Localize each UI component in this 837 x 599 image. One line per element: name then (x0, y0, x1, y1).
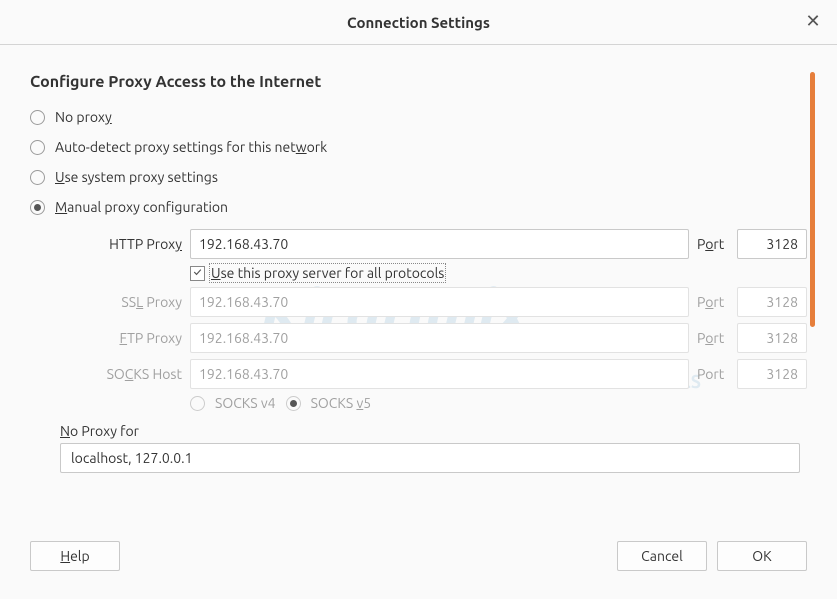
radio-label: Auto-detect proxy settings for this netw… (55, 139, 327, 155)
radio-icon[interactable] (30, 170, 45, 185)
ssl-proxy-label: SSL Proxy (62, 294, 182, 310)
http-proxy-label: HTTP Proxy (62, 236, 182, 252)
http-proxy-row: HTTP Proxy Port (62, 229, 807, 259)
ssl-proxy-input (190, 287, 689, 317)
socks-host-row: SOCKS Host Port (62, 359, 807, 389)
socks-v4-radio (190, 396, 205, 411)
ssl-proxy-row: SSL Proxy Port (62, 287, 807, 317)
socks-version-row: SOCKS v4 SOCKS v5 (190, 395, 807, 411)
radio-icon[interactable] (30, 140, 45, 155)
radio-no-proxy[interactable]: No proxy (30, 109, 807, 125)
socks-v5-label: SOCKS v5 (311, 395, 372, 411)
ftp-proxy-input (190, 323, 689, 353)
no-proxy-section: No Proxy for (60, 423, 807, 473)
radio-label: Use system proxy settings (55, 169, 218, 185)
cancel-button[interactable]: Cancel (617, 541, 707, 571)
http-port-input[interactable] (737, 229, 807, 259)
socks-v5-radio (286, 396, 301, 411)
http-proxy-input[interactable] (190, 229, 689, 259)
use-all-protocols-row[interactable]: Use this proxy server for all protocols (190, 265, 807, 281)
ftp-port-input (737, 323, 807, 353)
help-button[interactable]: Help (30, 541, 120, 571)
ok-button[interactable]: OK (717, 541, 807, 571)
ssl-port-label: Port (697, 294, 729, 310)
footer: Help Cancel OK (30, 541, 807, 571)
radio-auto-detect[interactable]: Auto-detect proxy settings for this netw… (30, 139, 807, 155)
http-port-label: Port (697, 236, 729, 252)
ftp-port-label: Port (697, 330, 729, 346)
socks-port-label: Port (697, 366, 729, 382)
section-title: Configure Proxy Access to the Internet (30, 73, 807, 91)
socks-host-input (190, 359, 689, 389)
use-all-label: Use this proxy server for all protocols (211, 265, 444, 281)
radio-system-proxy[interactable]: Use system proxy settings (30, 169, 807, 185)
ftp-proxy-label: FTP Proxy (62, 330, 182, 346)
no-proxy-label: No Proxy for (60, 423, 807, 439)
no-proxy-input[interactable] (60, 443, 800, 473)
content: Kifarunix *NIX TIPS & TUTORIALS Configur… (0, 45, 837, 483)
ftp-proxy-row: FTP Proxy Port (62, 323, 807, 353)
radio-label: Manual proxy configuration (55, 199, 228, 215)
window-title: Connection Settings (347, 14, 490, 31)
socks-port-input (737, 359, 807, 389)
titlebar: Connection Settings ✕ (0, 0, 837, 45)
checkbox-icon[interactable] (190, 266, 205, 281)
radio-manual-proxy[interactable]: Manual proxy configuration (30, 199, 807, 215)
socks-host-label: SOCKS Host (62, 366, 182, 382)
radio-label: No proxy (55, 109, 112, 125)
ssl-port-input (737, 287, 807, 317)
proxy-form: HTTP Proxy Port Use this proxy server fo… (62, 229, 807, 411)
socks-v4-label: SOCKS v4 (215, 395, 276, 411)
close-icon[interactable]: ✕ (803, 12, 823, 32)
spacer (130, 541, 607, 571)
radio-icon[interactable] (30, 110, 45, 125)
radio-icon[interactable] (30, 200, 45, 215)
